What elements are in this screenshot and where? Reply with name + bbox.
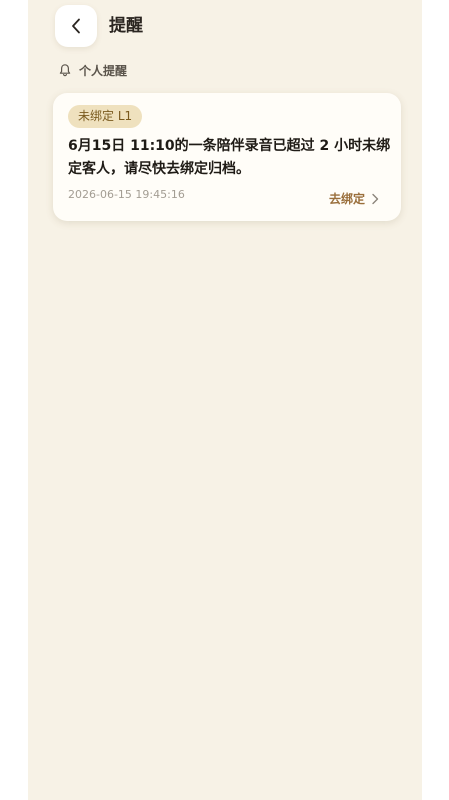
bell-icon <box>58 63 72 77</box>
status-badge: 未绑定 L1 <box>68 105 143 128</box>
reminder-message: 6月15日 11:10的一条陪伴录音已超过 2 小时未绑 定客人，请尽快去绑定归… <box>68 138 391 177</box>
section-label: 个人提醒 <box>79 63 128 78</box>
bind-button-label: 去绑定 <box>328 192 365 206</box>
bind-button[interactable]: 去绑定 <box>329 190 379 207</box>
section-header: 个人提醒 <box>58 60 127 80</box>
chevron-right-icon <box>371 193 379 205</box>
reminder-timestamp: 2026-06-15 19:45:16 <box>68 188 185 201</box>
header-bar: 提醒 <box>28 0 422 56</box>
page-title: 提醒 <box>109 16 143 36</box>
back-button[interactable] <box>55 5 97 47</box>
reminder-card[interactable]: 未绑定 L1 6月15日 11:10的一条陪伴录音已超过 2 小时未绑 定客人，… <box>53 93 401 221</box>
app-screen: 提醒 个人提醒 未绑定 L1 6月15日 11:10的一条陪伴录音已超过 2 小… <box>28 0 422 800</box>
chevron-left-icon <box>71 18 81 34</box>
